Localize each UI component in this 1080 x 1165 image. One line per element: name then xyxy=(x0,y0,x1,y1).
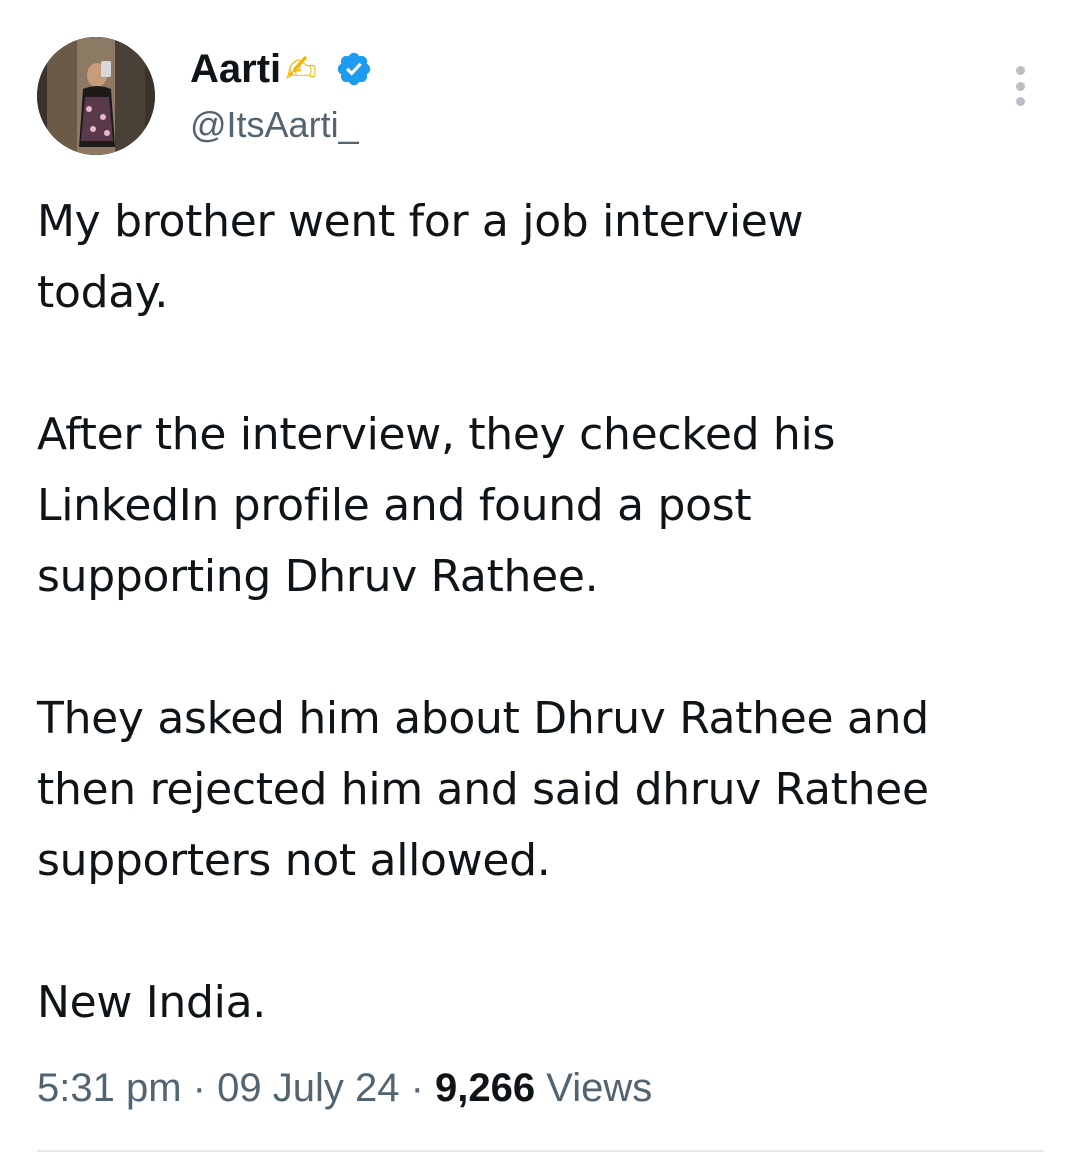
writing-hand-emoji: ✍ xyxy=(285,47,317,91)
more-vertical-icon-dot xyxy=(1015,81,1025,91)
tweet-line: New India. xyxy=(37,977,266,1028)
divider xyxy=(37,1150,1044,1152)
meta-separator: · xyxy=(192,1066,206,1110)
tweet-line: My brother went for a job interview xyxy=(37,196,804,247)
verified-badge-icon xyxy=(337,52,371,86)
avatar-image xyxy=(37,37,155,155)
tweet-line: today. xyxy=(37,267,169,318)
display-name-text: Aarti xyxy=(190,47,282,91)
more-vertical-icon-dot xyxy=(1015,97,1025,106)
tweet-paragraph: New India. xyxy=(37,967,1047,1038)
tweet-line: LinkedIn profile and found a post xyxy=(37,480,752,531)
more-vertical-icon-dot xyxy=(1015,66,1025,75)
views-count: 9,266 xyxy=(435,1066,536,1110)
tweet-meta: 5:31 pm · 09 July 24 · 9,266 Views xyxy=(37,1060,652,1116)
tweet-line: supporters not allowed. xyxy=(37,835,551,886)
tweet-paragraph: They asked him about Dhruv Rathee and th… xyxy=(37,683,1047,896)
tweet-line: then rejected him and said dhruv Rathee xyxy=(37,764,929,815)
tweet-line: They asked him about Dhruv Rathee and xyxy=(37,693,929,744)
tweet-time[interactable]: 5:31 pm xyxy=(37,1066,182,1110)
tweet-line: supporting Dhruv Rathee. xyxy=(37,551,599,602)
avatar[interactable] xyxy=(37,37,155,155)
tweet-card: Aarti ✍ @ItsAarti_ My brother went for a… xyxy=(0,0,1080,1165)
author-handle[interactable]: @ItsAarti_ xyxy=(190,102,359,148)
more-options-button[interactable] xyxy=(1002,62,1038,110)
tweet-date[interactable]: 09 July 24 xyxy=(217,1066,399,1110)
tweet-paragraph: After the interview, they checked his Li… xyxy=(37,399,1047,612)
tweet-text: My brother went for a job interview toda… xyxy=(37,186,1047,1038)
tweet-line: After the interview, they checked his xyxy=(37,409,836,460)
tweet-paragraph: My brother went for a job interview toda… xyxy=(37,186,1047,328)
author-display-name[interactable]: Aarti ✍ xyxy=(190,43,373,95)
meta-separator: · xyxy=(410,1066,424,1110)
views-label: Views xyxy=(546,1066,653,1110)
